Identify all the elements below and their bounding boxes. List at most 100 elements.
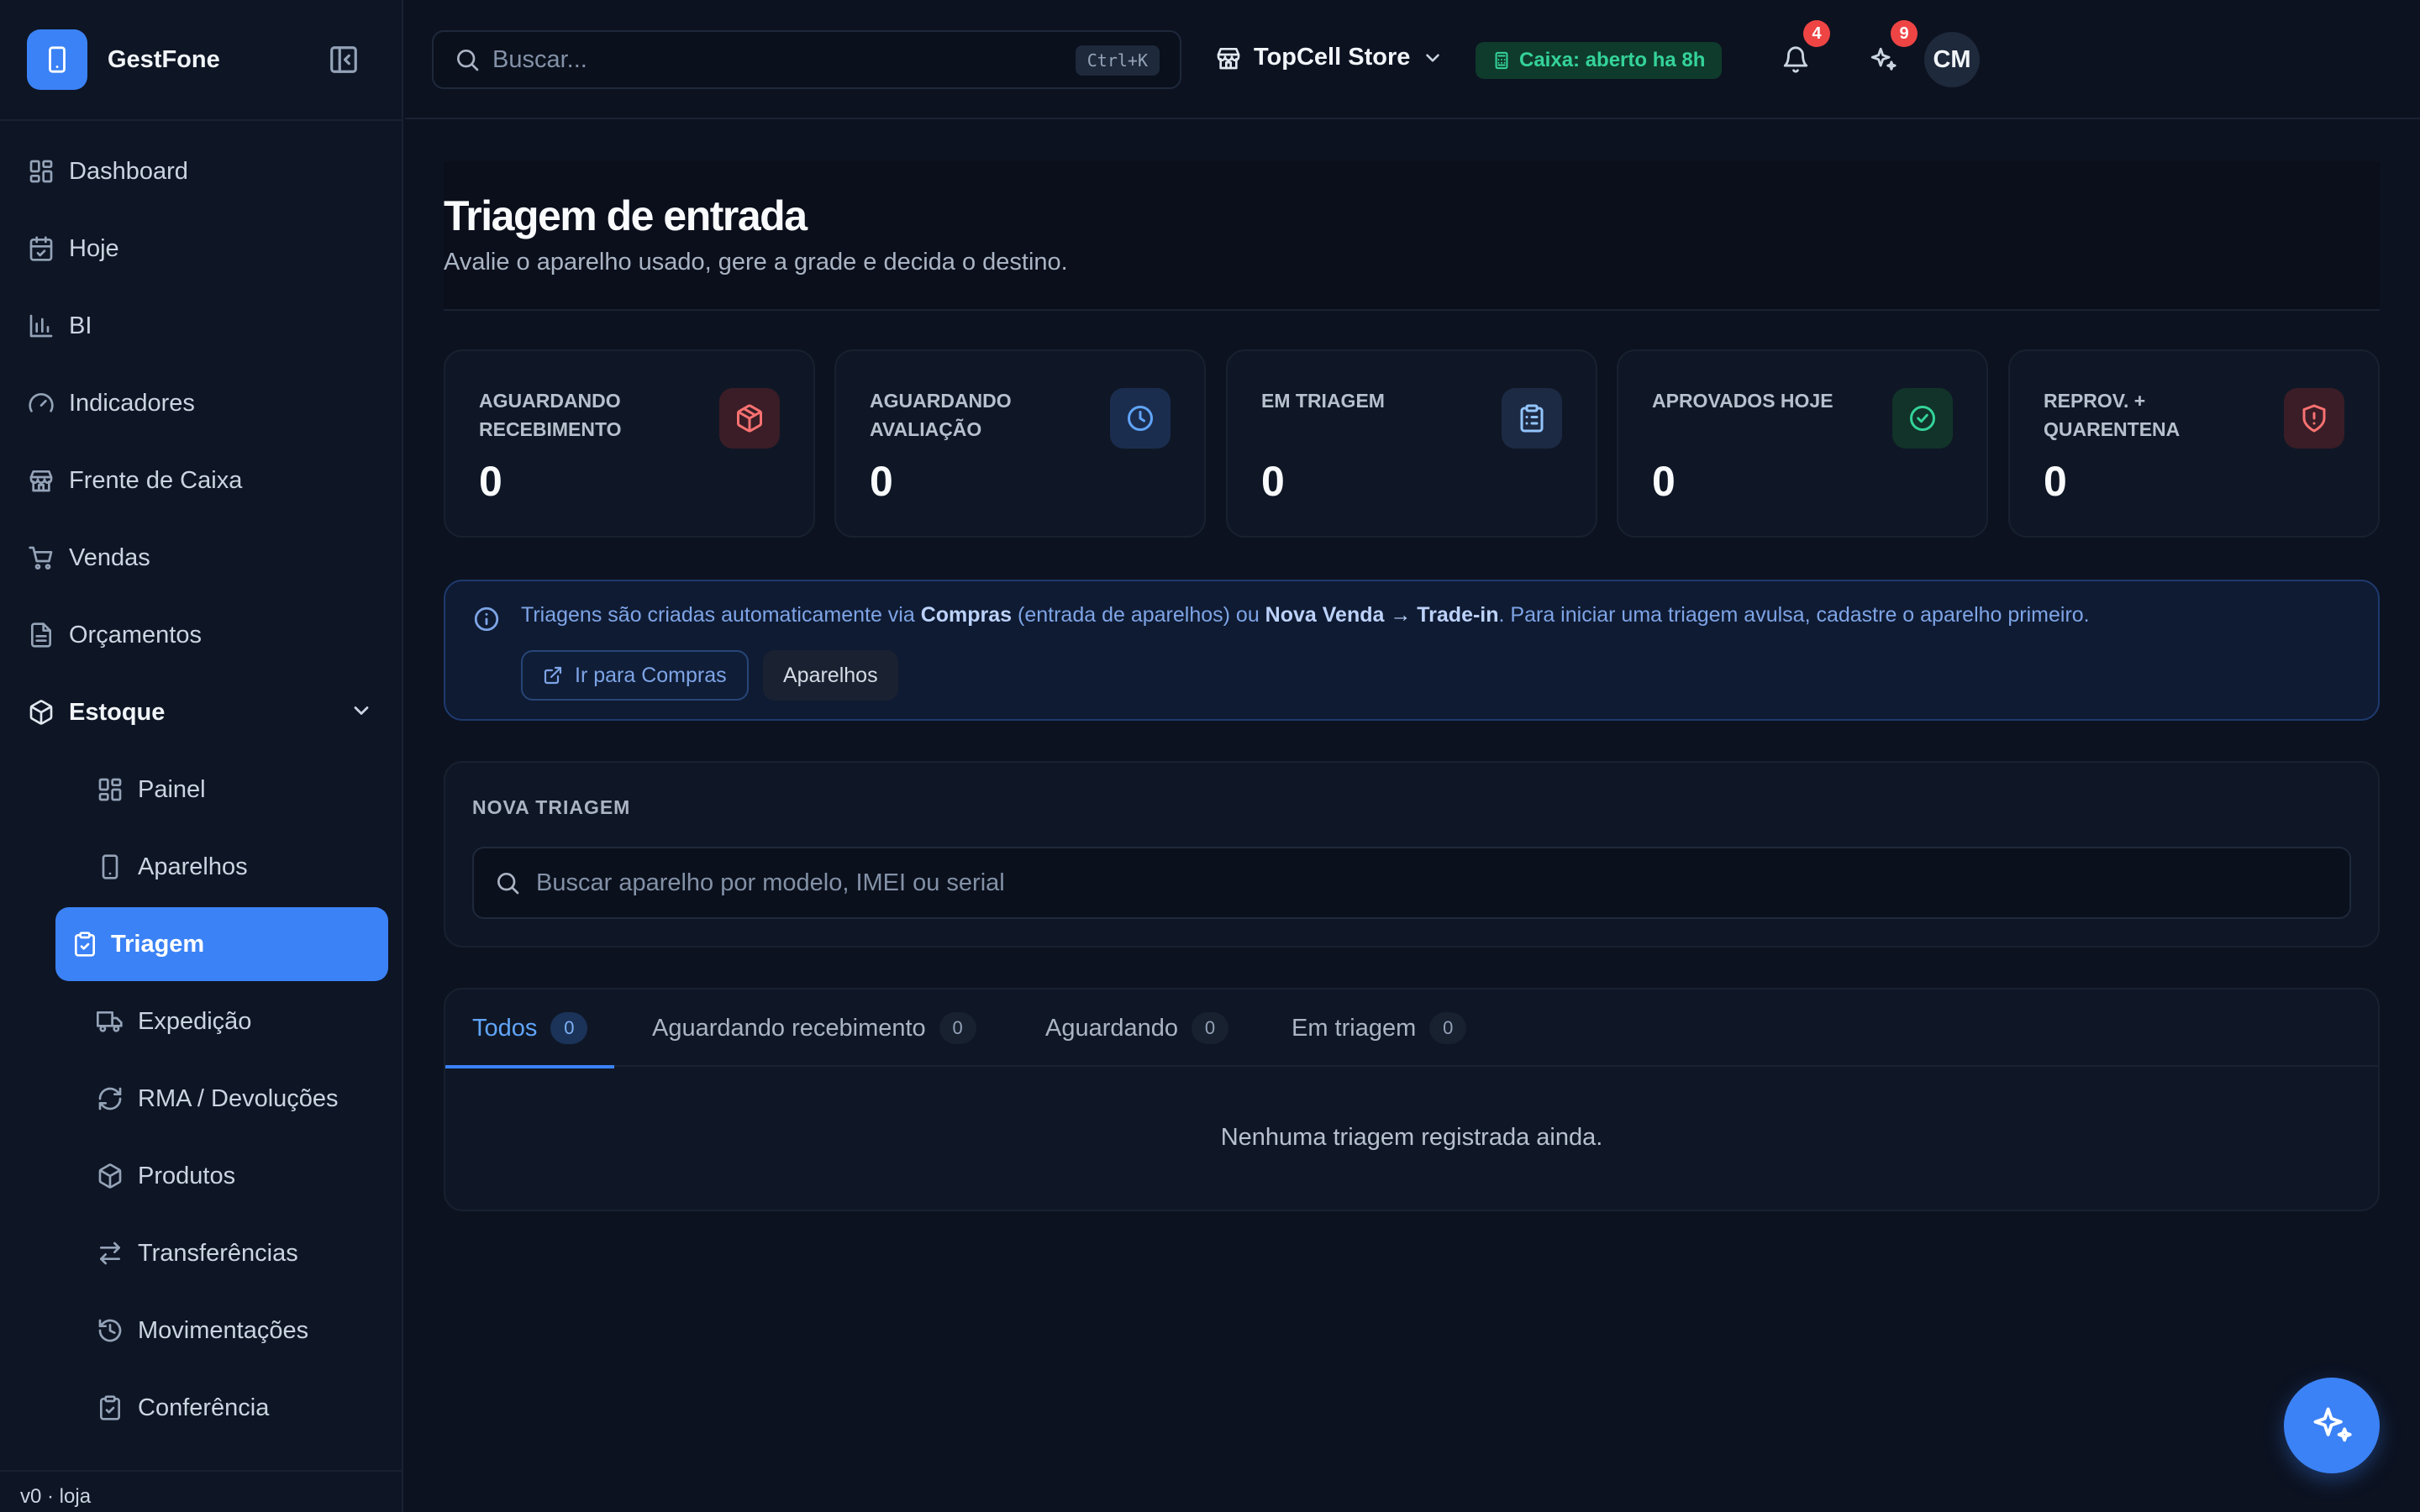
sidebar-item-conferencia[interactable]: Conferência — [55, 1369, 388, 1446]
aparelhos-button[interactable]: Aparelhos — [763, 650, 898, 701]
sidebar-item-rma-devolucoes[interactable]: RMA / Devoluções — [55, 1060, 388, 1137]
page-header: Triagem de entrada Avalie o aparelho usa… — [444, 161, 2380, 311]
sidebar-item-triagem[interactable]: Triagem — [55, 907, 388, 981]
clipboard-check-icon — [71, 930, 99, 958]
brand[interactable]: GestFone — [27, 29, 220, 91]
stats-row: AGUARDANDO RECEBIMENTO 0 AGUARDANDO AVAL… — [444, 349, 2380, 538]
stat-card-aprovados-hoje: APROVADOS HOJE 0 — [1617, 349, 1988, 538]
ai-fab-button[interactable] — [2284, 1378, 2380, 1473]
sidebar: GestFone Dashboard Hoje BI Indicadores F… — [0, 0, 403, 1512]
check-circle-icon — [1892, 388, 1953, 449]
tab-em-triagem[interactable]: Em triagem 0 — [1265, 990, 1493, 1067]
tab-aguardando[interactable]: Aguardando 0 — [1018, 990, 1255, 1067]
sidebar-collapse-icon[interactable] — [326, 42, 361, 77]
sidebar-item-aparelhos[interactable]: Aparelhos — [55, 828, 388, 906]
stat-value: 0 — [1261, 458, 1285, 505]
sidebar-item-label: BI — [69, 312, 92, 339]
info-link-trade-in: Nova Venda → Trade-in — [1265, 603, 1499, 627]
sidebar-divider — [0, 119, 403, 121]
stat-label: AGUARDANDO RECEBIMENTO — [479, 390, 622, 440]
search-icon — [454, 46, 481, 73]
dashboard-icon — [27, 157, 55, 186]
stat-label: APROVADOS HOJE — [1652, 390, 1833, 412]
package-icon — [719, 388, 780, 449]
sidebar-subnav-estoque: Painel Aparelhos Triagem Expedição RMA /… — [55, 751, 388, 1446]
swap-icon — [96, 1239, 124, 1268]
info-text-part: (entrada de aparelhos) ou — [1012, 603, 1265, 627]
search-icon — [494, 869, 521, 896]
sidebar-item-frente-de-caixa[interactable]: Frente de Caixa — [27, 442, 388, 519]
sidebar-item-produtos[interactable]: Produtos — [55, 1137, 388, 1215]
bar-chart-icon — [27, 312, 55, 340]
document-icon — [27, 621, 55, 649]
sidebar-item-dashboard[interactable]: Dashboard — [27, 133, 388, 210]
stat-card-em-triagem: EM TRIAGEM 0 — [1226, 349, 1597, 538]
sidebar-item-label: Hoje — [69, 234, 119, 262]
smartphone-icon — [96, 853, 124, 881]
info-link-compras: Compras — [920, 603, 1013, 627]
info-text: Triagens são criadas automaticamente via… — [521, 603, 2090, 627]
calendar-icon — [27, 234, 55, 263]
tab-label: Aguardando recebimento — [652, 1014, 926, 1042]
refresh-icon — [96, 1084, 124, 1113]
sidebar-item-label: RMA / Devoluções — [138, 1084, 339, 1112]
bell-icon — [1781, 45, 1810, 74]
stat-card-reprovados-quarentena: REPROV. + QUARENTENA 0 — [2008, 349, 2380, 538]
sidebar-item-bi[interactable]: BI — [27, 287, 388, 365]
stat-value: 0 — [870, 458, 893, 505]
empty-state: Nenhuma triagem registrada ainda. — [1220, 1124, 1603, 1151]
chevron-down-icon — [350, 699, 373, 722]
info-text-part: . Para iniciar uma triagem avulsa, cadas… — [1498, 603, 2090, 627]
ai-assistant-button[interactable]: 9 — [1864, 20, 1918, 79]
sidebar-item-label: Movimentações — [138, 1316, 309, 1344]
sidebar-item-transferencias[interactable]: Transferências — [55, 1215, 388, 1292]
store-icon — [1215, 45, 1242, 71]
search-shortcut: Ctrl+K — [1075, 45, 1160, 76]
sidebar-item-label: Aparelhos — [138, 853, 248, 880]
tab-count: 0 — [550, 1012, 588, 1044]
device-search-input[interactable]: Buscar aparelho por modelo, IMEI ou seri… — [472, 847, 2351, 919]
go-to-compras-button[interactable]: Ir para Compras — [521, 650, 749, 701]
sidebar-item-label: Triagem — [111, 930, 205, 958]
store-selector[interactable]: TopCell Store — [1215, 44, 1444, 71]
sidebar-item-orcamentos[interactable]: Orçamentos — [27, 596, 388, 674]
sidebar-item-expedicao[interactable]: Expedição — [55, 983, 388, 1060]
notifications-button[interactable]: 4 — [1776, 20, 1830, 79]
sparkles-icon — [2310, 1404, 2354, 1447]
smartphone-logo-icon — [27, 29, 87, 90]
tab-label: Aguardando — [1045, 1014, 1179, 1042]
sidebar-item-indicadores[interactable]: Indicadores — [27, 365, 388, 442]
store-icon — [27, 466, 55, 495]
sidebar-nav: Dashboard Hoje BI Indicadores Frente de … — [27, 133, 388, 1446]
clock-icon — [1110, 388, 1171, 449]
sidebar-item-movimentacoes[interactable]: Movimentações — [55, 1292, 388, 1369]
box-icon — [27, 698, 55, 727]
cart-icon — [27, 543, 55, 572]
stat-card-aguardando-avaliacao: AGUARDANDO AVALIAÇÃO 0 — [834, 349, 1206, 538]
brand-name: GestFone — [108, 45, 220, 73]
external-link-icon — [543, 665, 563, 685]
store-name: TopCell Store — [1254, 44, 1411, 71]
stat-card-aguardando-recebimento: AGUARDANDO RECEBIMENTO 0 — [444, 349, 815, 538]
version-label: v0 · loja — [20, 1485, 92, 1508]
global-search-input[interactable]: Buscar... Ctrl+K — [432, 30, 1181, 89]
sparkles-icon — [1869, 45, 1897, 74]
page-subtitle: Avalie o aparelho usado, gere a grade e … — [444, 249, 1068, 276]
info-icon — [472, 605, 501, 633]
sidebar-item-hoje[interactable]: Hoje — [27, 210, 388, 287]
tab-count: 0 — [1192, 1012, 1229, 1044]
stat-label: REPROV. + QUARENTENA — [2044, 390, 2181, 440]
sidebar-item-painel[interactable]: Painel — [55, 751, 388, 828]
sidebar-group-estoque[interactable]: Estoque — [27, 674, 388, 751]
sidebar-item-vendas[interactable]: Vendas — [27, 519, 388, 596]
tab-todos[interactable]: Todos 0 — [445, 990, 615, 1068]
tab-aguardando-recebimento[interactable]: Aguardando recebimento 0 — [625, 990, 1003, 1067]
cash-register-status[interactable]: Caixa: aberto ha 8h — [1476, 42, 1723, 79]
status-tabs: Todos 0 Aguardando recebimento 0 Aguarda… — [445, 990, 2378, 1068]
search-placeholder: Buscar... — [492, 45, 587, 73]
info-text-part: Triagens são criadas automaticamente via — [521, 603, 921, 627]
new-triagem-label: NOVA TRIAGEM — [472, 796, 631, 818]
user-avatar[interactable]: CM — [1924, 32, 1980, 87]
cash-register-label: Caixa: aberto ha 8h — [1519, 49, 1706, 71]
clipboard-list-icon — [1502, 388, 1562, 449]
